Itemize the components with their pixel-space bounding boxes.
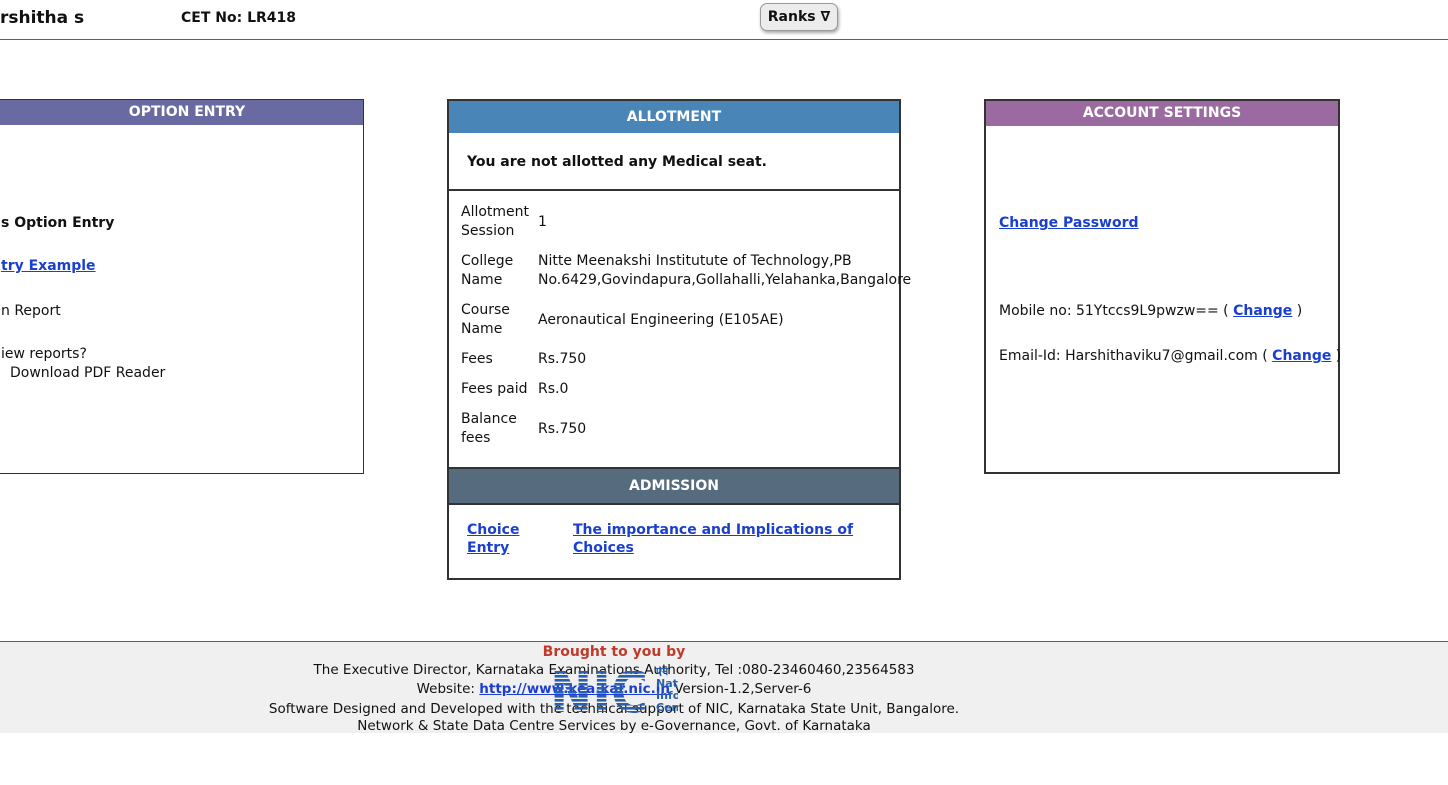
account-settings-title: ACCOUNT SETTINGS	[986, 101, 1338, 126]
nic-logo-side: Cen	[656, 701, 678, 713]
detail-value: Aeronautical Engineering (E105AE)	[538, 311, 784, 328]
detail-row: Allotment Session 1	[461, 203, 899, 241]
footer: Brought to you by The Executive Director…	[0, 641, 1448, 734]
nic-logo: NIC एन Nati Info Cen	[0, 663, 1228, 713]
detail-row: College Name Nitte Meenakshi Institutute…	[461, 252, 912, 290]
detail-row: Course Name Aeronautical Engineering (E1…	[461, 301, 899, 339]
detail-label: Fees paid	[461, 381, 528, 397]
email-id: Email-Id: Harshithaviku7@gmail.com (	[999, 348, 1268, 364]
detail-row: Fees Rs.750	[461, 350, 899, 369]
footer-network: Network & State Data Centre Services by …	[357, 718, 871, 734]
view-reports-question: iew reports?	[1, 346, 87, 362]
option-entry-panel: OPTION ENTRY s Option Entry try Example …	[0, 99, 364, 474]
change-email-link[interactable]: Change	[1272, 348, 1331, 364]
change-password-link[interactable]: Change Password	[999, 215, 1139, 231]
detail-row: Balance fees Rs.750	[461, 410, 899, 448]
close-paren: )	[1335, 348, 1342, 364]
allotment-details: Allotment Session 1 College Name Nitte M…	[449, 191, 912, 448]
detail-value: 1	[538, 213, 547, 230]
allotment-title: ALLOTMENT	[449, 101, 899, 133]
admission-title: ADMISSION	[449, 467, 899, 505]
top-bar: rshitha s CET No: LR418 Ranks ∇	[0, 0, 1448, 40]
detail-label: College Name	[461, 253, 514, 288]
cet-number: CET No: LR418	[181, 10, 296, 26]
detail-value: Nitte Meenakshi Institutute of Technolog…	[538, 253, 912, 288]
importance-of-choices-link[interactable]: The importance and Implications of Choic…	[573, 521, 873, 557]
detail-row: Fees paid Rs.0	[461, 380, 899, 399]
detail-value: Rs.750	[538, 420, 587, 437]
user-name: rshitha s	[0, 8, 85, 28]
allotment-notice: You are not allotted any Medical seat.	[449, 133, 899, 191]
download-pdf-reader[interactable]: Download PDF Reader	[10, 365, 165, 381]
option-entry-link-text: s Option Entry	[1, 215, 115, 231]
mobile-number: Mobile no: 51Ytccs9L9pwzw== (	[999, 303, 1229, 319]
allotment-panel: ALLOTMENT You are not allotted any Medic…	[447, 99, 912, 580]
close-paren: )	[1296, 303, 1303, 319]
mobile-row: Mobile no: 51Ytccs9L9pwzw== ( Change )	[999, 303, 1302, 319]
nic-logo-text: NIC	[550, 663, 648, 713]
detail-value: Rs.0	[538, 381, 569, 397]
nic-logo-graphic: NIC एन Nati Info Cen	[550, 663, 682, 713]
account-settings-panel: ACCOUNT SETTINGS Change Password Mobile …	[984, 99, 1341, 474]
choice-entry-link[interactable]: Choice Entry	[467, 521, 547, 557]
change-mobile-link[interactable]: Change	[1233, 303, 1292, 319]
email-row: Email-Id: Harshithaviku7@gmail.com ( Cha…	[999, 348, 1341, 364]
ranks-button[interactable]: Ranks ∇	[760, 3, 838, 31]
option-entry-example-link[interactable]: try Example	[1, 258, 96, 274]
detail-label: Balance fees	[461, 411, 517, 446]
detail-label: Fees	[461, 351, 493, 367]
option-entry-title: OPTION ENTRY	[0, 100, 363, 125]
detail-label: Course Name	[461, 302, 510, 337]
option-report-text: n Report	[1, 303, 61, 319]
detail-value: Rs.750	[538, 351, 587, 367]
brought-to-you-by: Brought to you by	[542, 644, 686, 660]
detail-label: Allotment Session	[461, 204, 530, 239]
